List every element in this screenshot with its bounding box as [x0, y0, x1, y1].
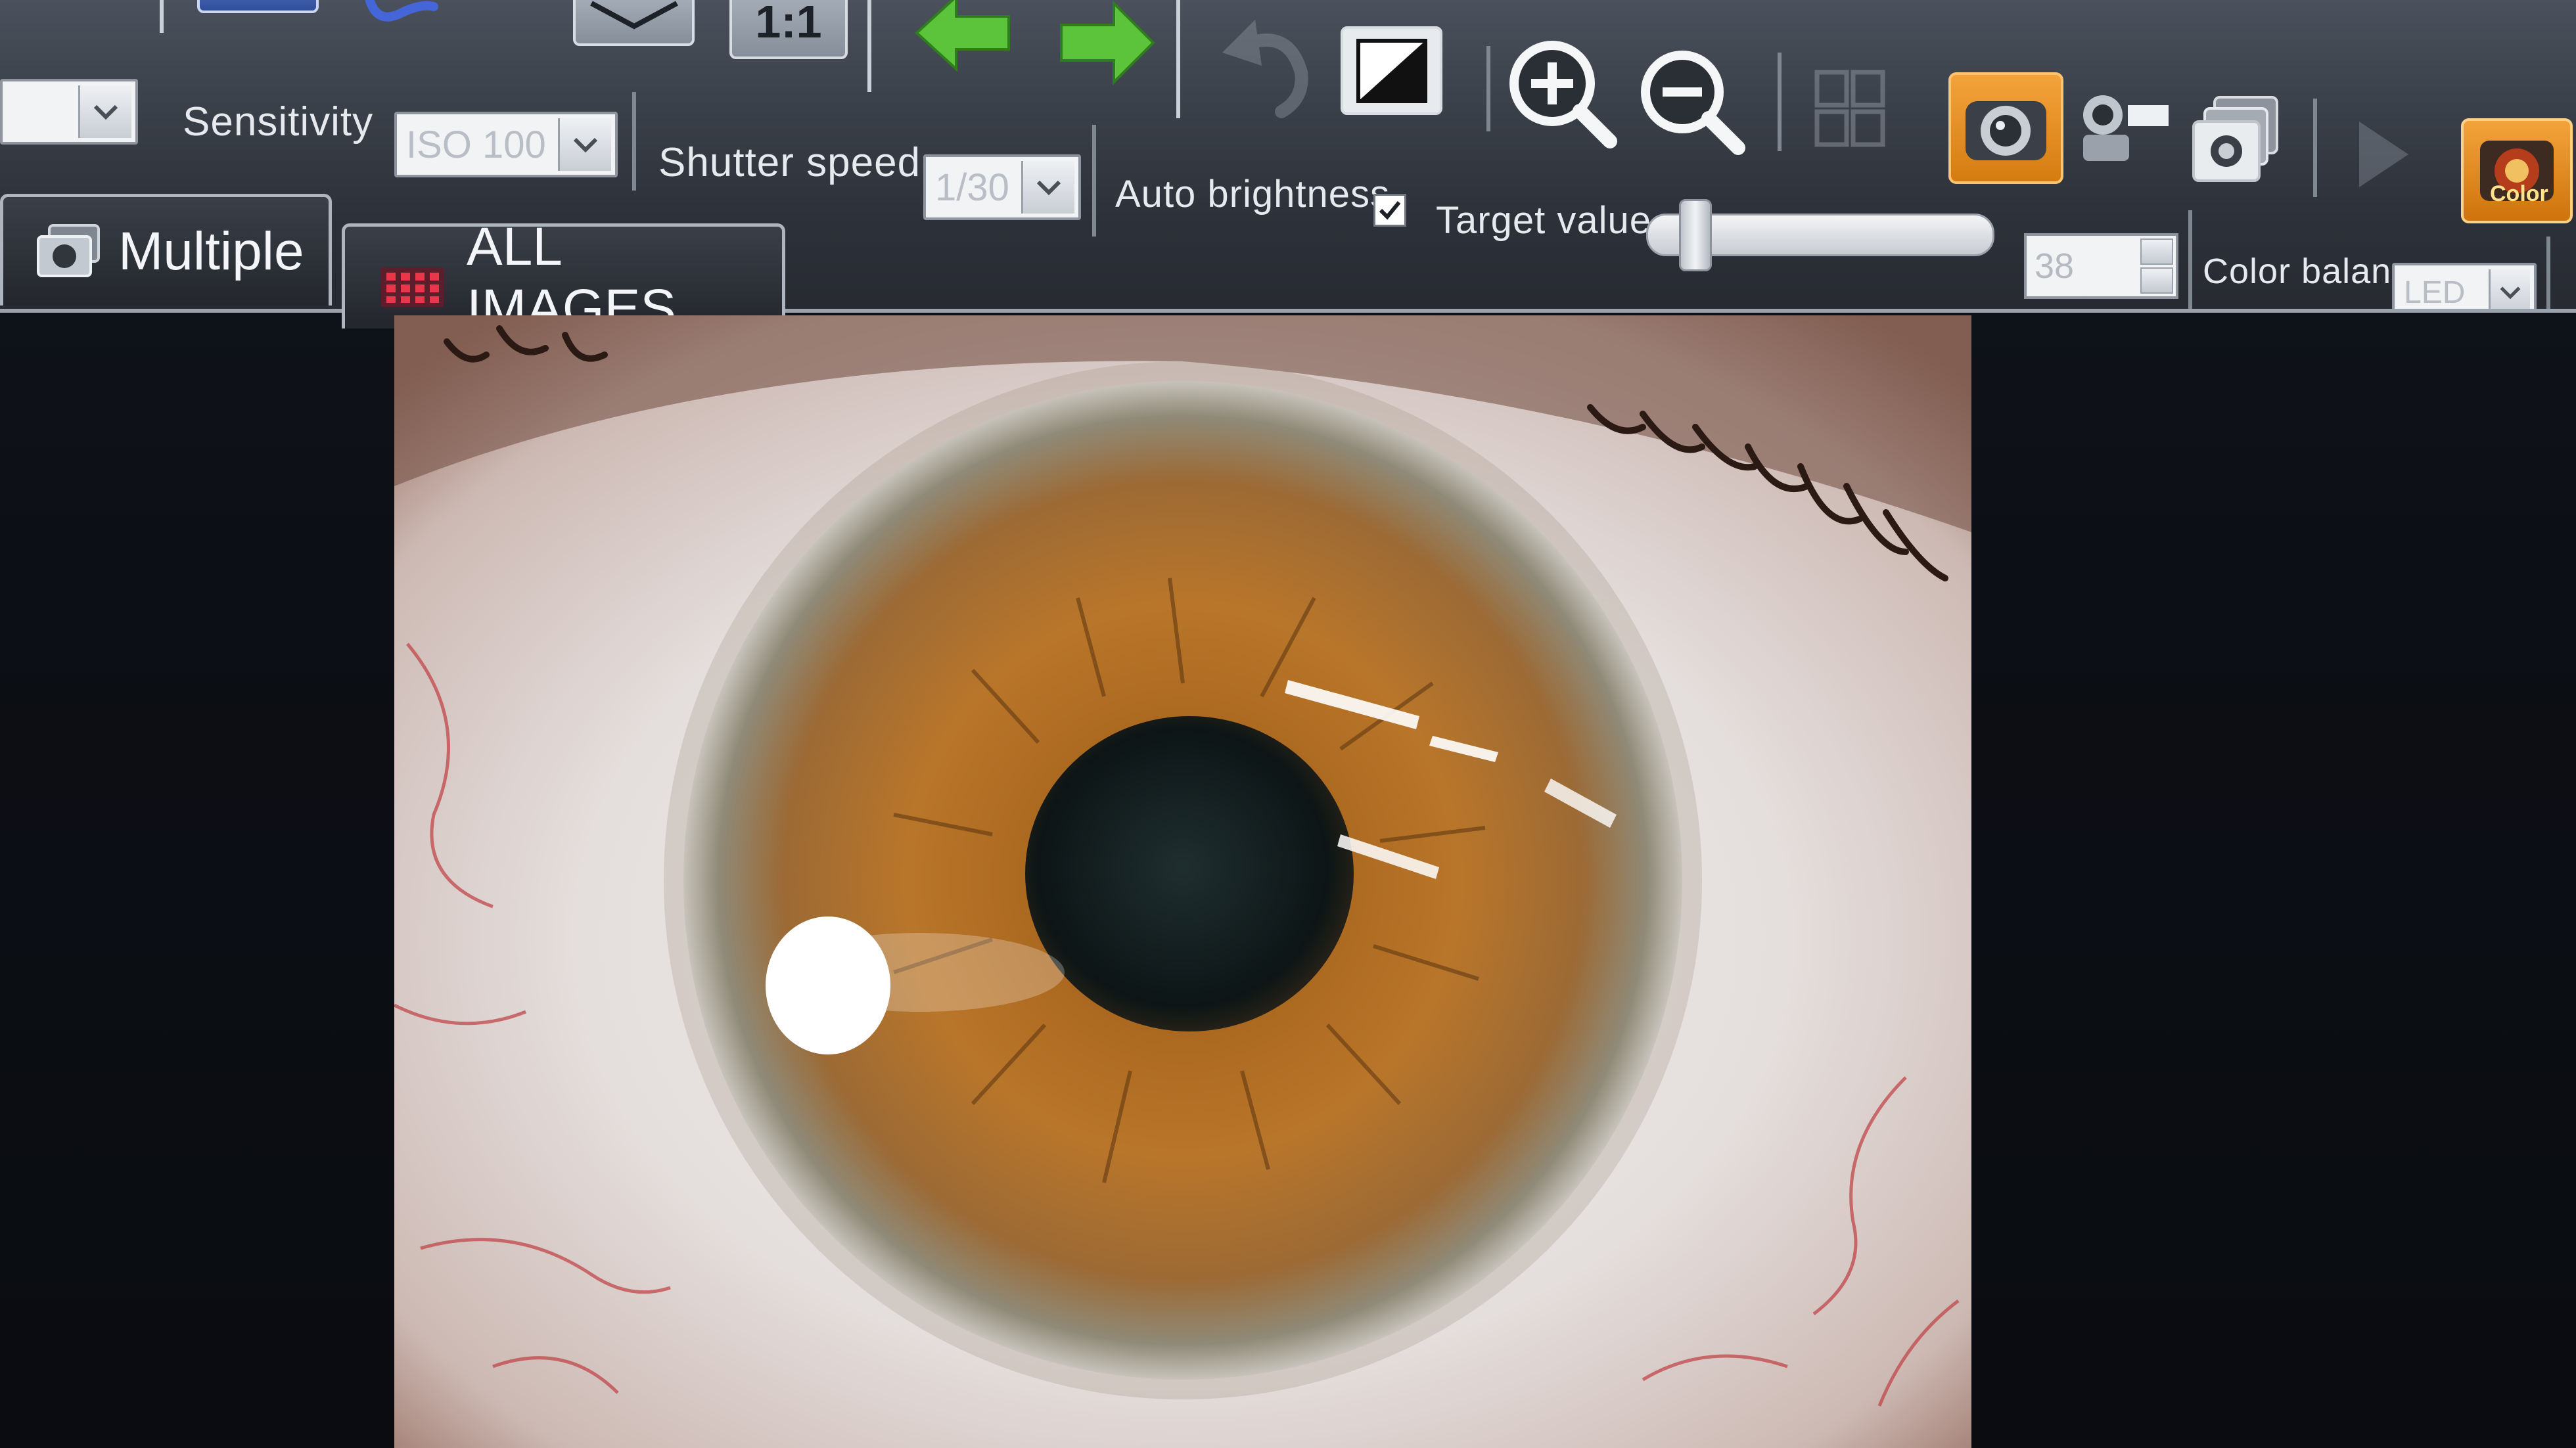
arrow-left-icon[interactable] — [910, 0, 1015, 72]
toolbar-separator — [1176, 0, 1180, 118]
color-balance-value: LED — [2404, 275, 2466, 310]
shutter-speed-value: 1/30 — [935, 166, 1009, 209]
camera-stream-icon[interactable] — [2077, 85, 2175, 171]
tab-multiple[interactable]: Multiple — [0, 194, 332, 305]
sensitivity-value: ISO 100 — [406, 123, 546, 166]
actual-size-button[interactable]: 1:1 — [729, 0, 848, 59]
single-capture-button[interactable] — [1948, 72, 2063, 184]
toolbar-separator — [160, 0, 164, 33]
check-icon — [1379, 201, 1401, 220]
target-value-spinner[interactable]: 38 — [2024, 233, 2178, 299]
eye-image-viewer[interactable] — [394, 315, 1971, 1448]
chevron-down-icon — [2489, 269, 2530, 309]
undo-icon[interactable] — [1209, 7, 1321, 118]
color-button-label: Color — [2490, 181, 2548, 206]
app-window: 1:1 Color Sensitivity ISO 100 Shutter sp… — [0, 0, 2576, 1448]
auto-brightness-label: Auto brightness — [1115, 173, 1391, 215]
toolbar-separator — [632, 92, 636, 191]
chevron-down-icon — [78, 85, 131, 138]
toolbar-separator — [2313, 99, 2317, 197]
spin-down-icon[interactable] — [2140, 267, 2173, 294]
contrast-button[interactable] — [1341, 26, 1442, 115]
camera-icon — [33, 222, 105, 281]
grid-icon — [381, 258, 444, 307]
spin-up-icon[interactable] — [2140, 238, 2173, 265]
pupil — [1025, 716, 1354, 1031]
grid-view-icon[interactable] — [1814, 69, 1886, 148]
link-icon[interactable] — [355, 0, 447, 33]
arrow-right-icon[interactable] — [1055, 0, 1160, 85]
toolbar-separator — [2188, 210, 2192, 309]
chevron-down-icon — [558, 118, 611, 171]
toolbar-separator — [2546, 237, 2550, 309]
tab-multiple-label: Multiple — [118, 221, 304, 281]
view-mode-button[interactable] — [197, 0, 319, 13]
toolbar-separator — [1092, 125, 1096, 237]
play-icon[interactable] — [2353, 118, 2412, 191]
chevron-down-icon — [1021, 161, 1074, 214]
toolbar-separator — [1778, 53, 1782, 151]
color-mode-button[interactable]: Color — [2461, 118, 2573, 223]
shutter-speed-label: Shutter speed — [658, 140, 921, 185]
target-value-number: 38 — [2035, 246, 2075, 286]
left-clipped-combo[interactable] — [0, 79, 138, 145]
target-value-label: Target value — [1436, 199, 1651, 242]
fit-window-button[interactable] — [573, 0, 695, 46]
sensitivity-label: Sensitivity — [183, 99, 374, 145]
auto-brightness-checkbox[interactable] — [1373, 194, 1406, 227]
toolbar-separator — [1486, 46, 1490, 131]
toolbar-separator — [867, 0, 871, 92]
tab-all-images[interactable]: ALL IMAGES — [342, 217, 785, 338]
slider-thumb[interactable] — [1679, 199, 1712, 271]
eye-photo — [394, 315, 1971, 1448]
color-balance-select[interactable]: LED — [2392, 263, 2537, 310]
zoom-out-icon[interactable] — [1636, 46, 1748, 158]
contrast-icon — [1356, 38, 1427, 103]
actual-size-label: 1:1 — [755, 0, 822, 47]
zoom-in-icon[interactable] — [1505, 36, 1620, 151]
camera-icon — [1966, 101, 2046, 160]
sensitivity-select[interactable]: ISO 100 — [394, 112, 618, 177]
camera-multiple-icon[interactable] — [2188, 92, 2287, 191]
fit-icon — [589, 1, 678, 30]
shutter-speed-select[interactable]: 1/30 — [923, 154, 1081, 220]
target-value-slider[interactable] — [1646, 199, 1994, 271]
